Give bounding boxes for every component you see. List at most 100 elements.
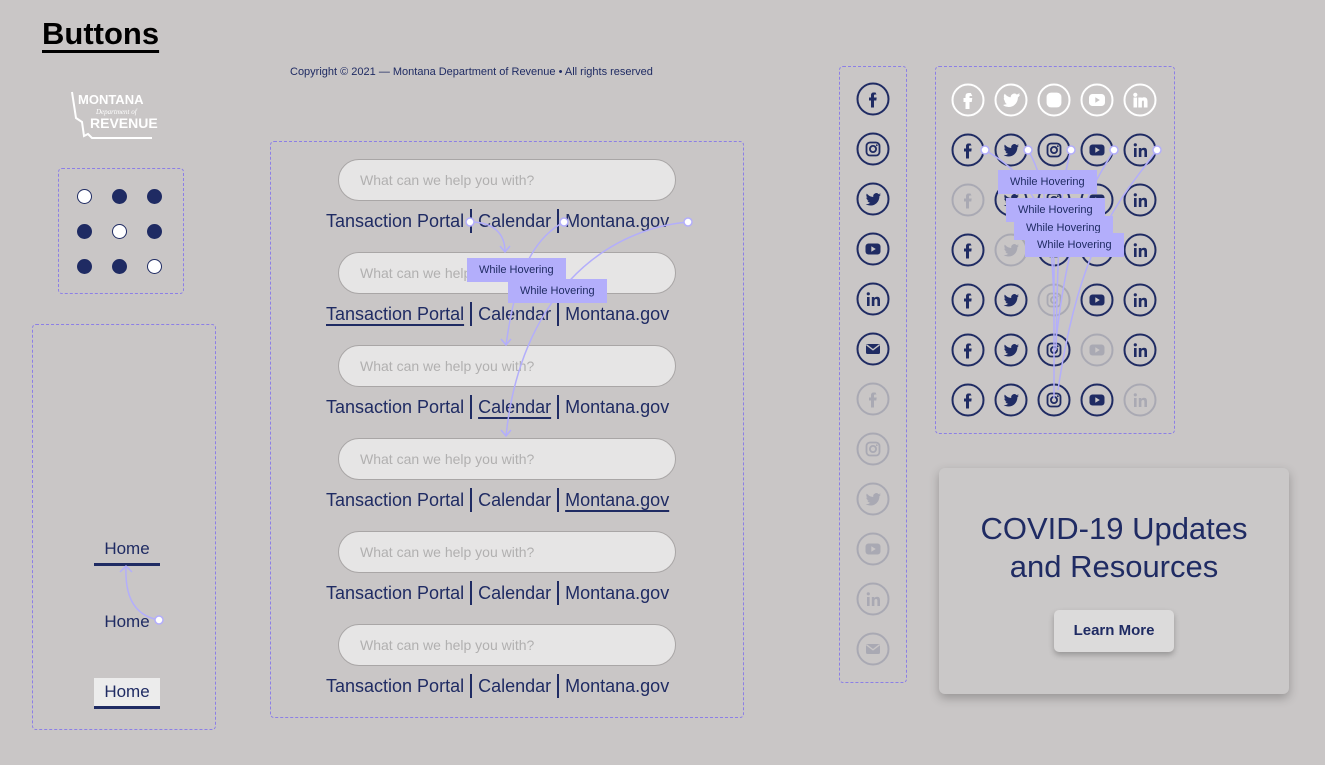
search-input[interactable]: What can we help you with? [338,531,676,573]
montana-gov-link[interactable]: Montana.gov [565,676,669,697]
twitter-icon[interactable] [856,182,890,216]
linkedin-icon[interactable] [1123,233,1157,267]
montana-revenue-logo[interactable]: MONTANA Department of REVENUE [68,88,158,140]
facebook-icon[interactable] [951,233,985,267]
dot-hollow[interactable] [112,224,127,239]
calendar-link[interactable]: Calendar [478,490,551,511]
twitter-icon[interactable] [994,333,1028,367]
learn-more-button[interactable]: Learn More [1054,610,1174,652]
twitter-icon[interactable] [994,383,1028,417]
youtube-icon[interactable] [1080,383,1114,417]
montana-gov-link[interactable]: Montana.gov [565,397,669,418]
twitter-icon[interactable] [994,83,1028,117]
quick-links: Tansaction Portal Calendar Montana.gov [326,395,696,419]
dot-filled[interactable] [112,189,127,204]
facebook-icon[interactable] [856,82,890,116]
home-button-boxed[interactable]: Home [94,678,160,709]
linkedin-icon[interactable] [1123,133,1157,167]
youtube-icon[interactable] [1080,83,1114,117]
dot-filled[interactable] [147,224,162,239]
youtube-icon[interactable] [1080,333,1114,367]
home-button-default[interactable]: Home [94,608,160,636]
youtube-icon[interactable] [1080,283,1114,317]
instagram-icon[interactable] [1037,133,1071,167]
link-divider [470,302,473,326]
calendar-link[interactable]: Calendar [478,676,551,697]
email-icon[interactable] [856,332,890,366]
link-divider [557,581,560,605]
instagram-icon[interactable] [1037,383,1071,417]
search-row: What can we help you with? Tansaction Por… [326,531,696,605]
link-divider [470,581,473,605]
montana-gov-link[interactable]: Montana.gov [565,211,669,232]
dots-menu-variants [58,168,184,294]
calendar-link[interactable]: Calendar [478,304,551,325]
home-button-underlined[interactable]: Home [94,535,160,566]
facebook-icon[interactable] [951,183,985,217]
linkedin-icon[interactable] [856,282,890,316]
instagram-icon[interactable] [1037,333,1071,367]
transaction-portal-link[interactable]: Tansaction Portal [326,304,464,325]
transaction-portal-link[interactable]: Tansaction Portal [326,583,464,604]
twitter-icon[interactable] [856,482,890,516]
hover-tooltip: While Hovering [508,279,607,303]
dot-hollow[interactable] [147,259,162,274]
linkedin-icon[interactable] [1123,333,1157,367]
link-divider [470,488,473,512]
link-divider [470,395,473,419]
linkedin-icon[interactable] [1123,383,1157,417]
linkedin-icon[interactable] [1123,183,1157,217]
facebook-icon[interactable] [951,283,985,317]
transaction-portal-link[interactable]: Tansaction Portal [326,211,464,232]
instagram-icon[interactable] [1037,83,1071,117]
quick-links: Tansaction Portal Calendar Montana.gov [326,674,696,698]
logo-text-montana: MONTANA [78,92,144,107]
youtube-icon[interactable] [856,232,890,266]
calendar-link[interactable]: Calendar [478,211,551,232]
facebook-icon[interactable] [951,383,985,417]
montana-gov-link[interactable]: Montana.gov [565,583,669,604]
search-input[interactable]: What can we help you with? [338,438,676,480]
linkedin-icon[interactable] [1123,283,1157,317]
facebook-icon[interactable] [856,382,890,416]
facebook-icon[interactable] [951,133,985,167]
instagram-icon[interactable] [856,432,890,466]
dot-hollow[interactable] [77,189,92,204]
link-divider [470,674,473,698]
link-divider [557,674,560,698]
hover-tooltip: While Hovering [1025,233,1124,257]
search-input[interactable]: What can we help you with? [338,624,676,666]
search-input[interactable]: What can we help you with? [338,159,676,201]
transaction-portal-link[interactable]: Tansaction Portal [326,397,464,418]
search-input[interactable]: What can we help you with? [338,345,676,387]
transaction-portal-link[interactable]: Tansaction Portal [326,490,464,511]
transaction-portal-link[interactable]: Tansaction Portal [326,676,464,697]
instagram-icon[interactable] [1037,283,1071,317]
email-icon[interactable] [856,632,890,666]
covid-card: COVID-19 Updates and Resources Learn Mor… [939,468,1289,694]
calendar-link[interactable]: Calendar [478,397,551,418]
facebook-icon[interactable] [951,333,985,367]
dot-filled[interactable] [112,259,127,274]
dot-filled[interactable] [77,224,92,239]
facebook-icon[interactable] [951,83,985,117]
montana-gov-link[interactable]: Montana.gov [565,304,669,325]
montana-gov-link[interactable]: Montana.gov [565,490,669,511]
youtube-icon[interactable] [1080,133,1114,167]
calendar-link[interactable]: Calendar [478,583,551,604]
linkedin-icon[interactable] [856,582,890,616]
link-divider [557,395,560,419]
twitter-icon[interactable] [994,283,1028,317]
youtube-icon[interactable] [856,532,890,566]
dot-filled[interactable] [77,259,92,274]
link-divider [557,302,560,326]
instagram-icon[interactable] [856,132,890,166]
twitter-icon[interactable] [994,133,1028,167]
linkedin-icon[interactable] [1123,83,1157,117]
dot-filled[interactable] [147,189,162,204]
hover-tooltip: While Hovering [998,170,1097,194]
quick-links: Tansaction Portal Calendar Montana.gov [326,209,696,233]
search-row: What can we help you with? Tansaction Por… [326,624,696,698]
covid-title-line-1: COVID-19 Updates [980,511,1248,546]
link-divider [470,209,473,233]
